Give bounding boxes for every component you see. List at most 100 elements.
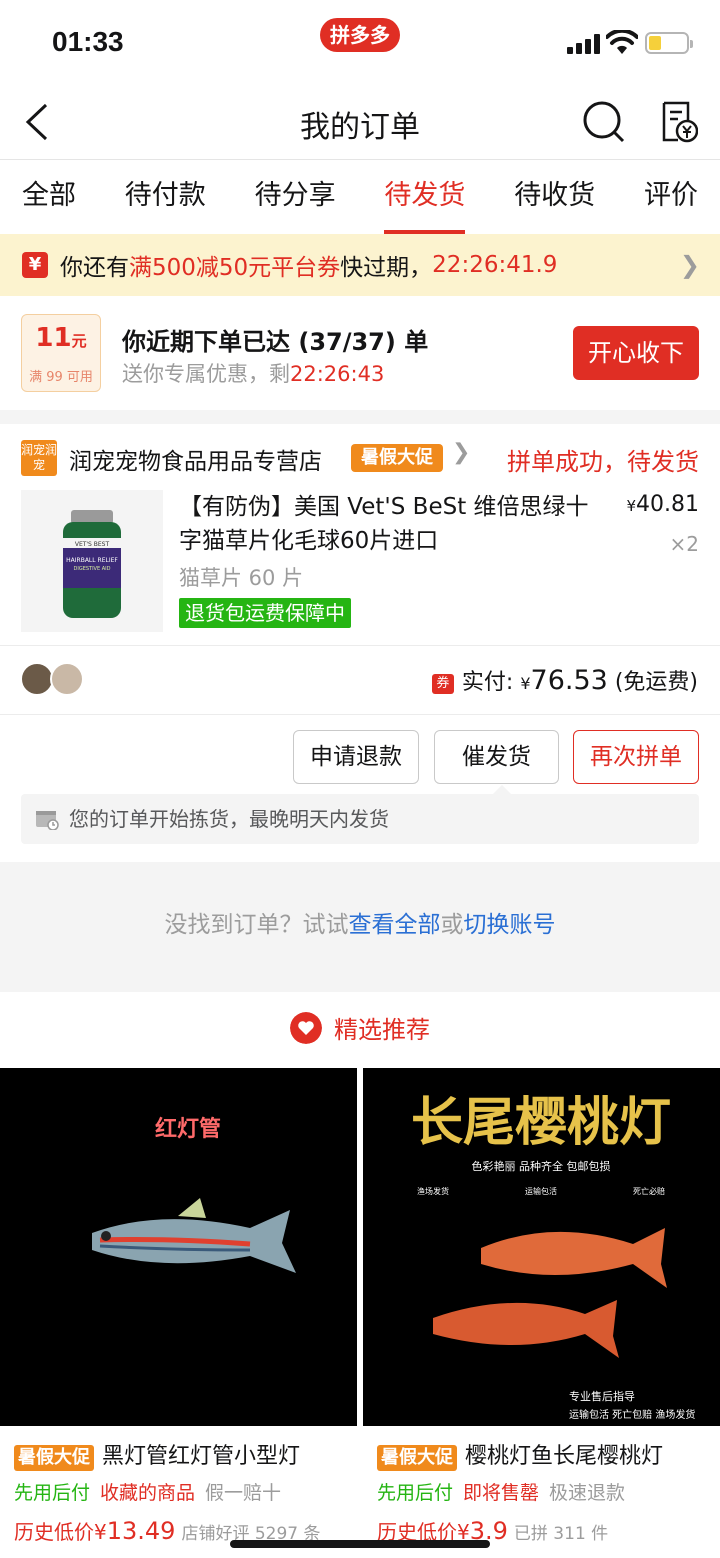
shipping-notice-text: 您的订单开始拣货，最晚明天内发货 xyxy=(69,807,389,831)
bill-icon[interactable] xyxy=(658,100,698,144)
tab-review[interactable]: 评价 xyxy=(644,160,698,234)
image-caption: 红灯管 xyxy=(155,1116,221,1142)
tab-all[interactable]: 全部 xyxy=(22,160,76,234)
order-actions: 申请退款 催发货 再次拼单 xyxy=(0,730,720,784)
payment-row: 券实付: ¥76.53 (免运费) xyxy=(0,646,720,714)
card-title[interactable]: 黑灯管红灯管小型灯 xyxy=(102,1444,300,1469)
shipping-notice[interactable]: 您的订单开始拣货，最晚明天内发货 xyxy=(21,785,699,844)
card-labels: 先用后付 即将售罄 极速退款 xyxy=(377,1478,625,1505)
tab-pending-share[interactable]: 待分享 xyxy=(255,160,336,234)
order-status: 拼单成功，待发货 xyxy=(507,448,699,476)
card-title-line: 暑假大促 樱桃灯鱼长尾樱桃灯 xyxy=(377,1438,663,1471)
price-currency: ¥ xyxy=(94,1520,107,1544)
item-price: ¥40.81 xyxy=(626,492,699,517)
coupon-condition: 满 99 可用 xyxy=(29,370,93,385)
coupon-ticket: 11元 满 99 可用 xyxy=(21,314,101,392)
item-currency: ¥ xyxy=(626,497,637,515)
card-label-red: 即将售罄 xyxy=(463,1482,540,1504)
tab-pending-shipment[interactable]: 待发货 xyxy=(384,160,466,234)
coupon-icon: 券 xyxy=(431,674,454,694)
product-title[interactable]: 【有防伪】美国 Vet'S BeSt 维倍思绿十字猫草片化毛球60片进口 xyxy=(179,490,599,558)
order-item[interactable]: VET'S BEST HAIRBALL RELIEF DIGESTIVE AID… xyxy=(0,488,720,644)
item-spec: 猫草片 60 片 xyxy=(179,566,304,590)
card-title-line: 暑假大促 黑灯管红灯管小型灯 xyxy=(14,1438,300,1471)
svg-text:HAIRBALL RELIEF: HAIRBALL RELIEF xyxy=(66,557,118,564)
banner-suffix: 快过期， xyxy=(340,255,433,281)
paid-amount: 76.53 xyxy=(530,665,608,696)
promo-tag: 暑假大促 xyxy=(14,1445,94,1471)
promo-sub-prefix: 送你专属优惠，剩 xyxy=(122,362,290,386)
image-footnote: 运输包活 死亡包赔 渔场发货 xyxy=(569,1408,695,1421)
no-order-hint: 没找到订单？试试查看全部或切换账号 xyxy=(0,862,720,992)
shop-name[interactable]: 润宠宠物食品用品专营店 xyxy=(69,442,322,476)
paid-currency: ¥ xyxy=(520,674,531,693)
card-label-gray: 假一赔十 xyxy=(205,1482,282,1504)
card-label-red: 收藏的商品 xyxy=(100,1482,196,1504)
card-label-gray: 极速退款 xyxy=(549,1482,626,1504)
nav-bar: 我的订单 xyxy=(0,84,720,160)
image-feature: 死亡必赔 xyxy=(633,1186,665,1196)
product-image[interactable]: 长尾樱桃灯 色彩艳丽 品种齐全 包邮包损 渔场发货 运输包活 死亡必赔 专业售后… xyxy=(363,1068,720,1426)
product-card[interactable]: 长尾樱桃灯 色彩艳丽 品种齐全 包邮包损 渔场发货 运输包活 死亡必赔 专业售后… xyxy=(363,1068,720,1558)
promo-tag: 暑假大促 xyxy=(377,1445,457,1471)
card-labels: 先用后付 收藏的商品 假一赔十 xyxy=(14,1478,281,1505)
coupon-amount: 11 xyxy=(35,323,72,353)
card-title[interactable]: 樱桃灯鱼长尾樱桃灯 xyxy=(465,1444,663,1469)
image-caption: 长尾樱桃灯 xyxy=(411,1092,671,1153)
accept-coupon-button[interactable]: 开心收下 xyxy=(573,326,699,380)
shipping-note: (免运费) xyxy=(614,670,698,695)
price-label: 历史低价 xyxy=(14,1520,94,1544)
image-feature: 渔场发货 xyxy=(417,1186,449,1196)
image-subtitle: 色彩艳丽 品种齐全 包邮包损 xyxy=(472,1159,611,1173)
request-refund-button[interactable]: 申请退款 xyxy=(293,730,419,784)
pay-later-badge: 先用后付 xyxy=(14,1482,91,1504)
section-gap xyxy=(0,410,720,424)
chevron-right-icon: ❯ xyxy=(679,251,700,279)
status-bar: 01:33 拼多多 xyxy=(0,0,720,84)
image-feature: 运输包活 xyxy=(525,1186,557,1196)
product-card[interactable]: 红灯管 暑假大促 黑灯管红灯管小型灯 先用后付 收藏的商品 假一赔十 历史低价¥13.… xyxy=(0,1068,357,1558)
avatar xyxy=(20,662,54,696)
paid-total: 券实付: ¥76.53 (免运费) xyxy=(431,664,698,696)
gift-icon: ¥ xyxy=(22,252,48,278)
recommend-title: 精选推荐 xyxy=(334,1016,430,1044)
battery-icon xyxy=(645,32,693,54)
shop-logo: 润宠润宠 xyxy=(21,440,57,476)
banner-prefix: 你还有 xyxy=(60,255,129,281)
product-image[interactable]: 红灯管 xyxy=(0,1068,357,1426)
order-tabs: 全部 待付款 待分享 待发货 待收货 评价 xyxy=(0,160,720,234)
view-all-link[interactable]: 查看全部 xyxy=(349,912,441,938)
item-quantity: ×2 xyxy=(669,532,699,556)
svg-text:VET'S BEST: VET'S BEST xyxy=(75,541,110,548)
heart-icon xyxy=(290,1012,322,1044)
promo-card: 11元 满 99 可用 你近期下单已达 (37/37) 单 送你专属优惠，剩22… xyxy=(0,296,720,410)
promo-headline: 你近期下单已达 (37/37) 单 xyxy=(122,328,429,356)
divider xyxy=(0,714,720,715)
promo-timer: 22:26:43 xyxy=(290,362,385,386)
signal-icon xyxy=(567,34,601,54)
item-price-value: 40.81 xyxy=(636,492,699,517)
coupon-expiry-banner[interactable]: ¥ 你还有 满500减50元平台券 快过期， 22:26:41.9 ❯ xyxy=(0,234,720,296)
tab-pending-receipt[interactable]: 待收货 xyxy=(514,160,595,234)
product-thumbnail[interactable]: VET'S BEST HAIRBALL RELIEF DIGESTIVE AID xyxy=(21,490,163,632)
banner-countdown: 22:26:41.9 xyxy=(432,252,558,278)
banner-coupon: 满500减50元平台券 xyxy=(129,255,341,281)
image-footnote: 专业售后指导 xyxy=(569,1389,635,1403)
wifi-icon xyxy=(606,30,638,54)
reorder-button[interactable]: 再次拼单 xyxy=(573,730,699,784)
hint-prefix: 没找到订单？试试 xyxy=(164,912,349,938)
urge-shipment-button[interactable]: 催发货 xyxy=(434,730,559,784)
status-time: 01:33 xyxy=(52,26,124,57)
truck-icon xyxy=(36,811,59,830)
switch-account-link[interactable]: 切换账号 xyxy=(464,912,556,938)
pay-later-badge: 先用后付 xyxy=(377,1482,454,1504)
card-meta: 已拼 311 件 xyxy=(513,1524,609,1544)
order-shop-header[interactable]: 润宠润宠 润宠宠物食品用品专营店 暑假大促 ❯ 拼单成功，待发货 xyxy=(0,424,720,490)
search-icon[interactable] xyxy=(582,100,626,144)
recommend-header: 精选推荐 xyxy=(0,992,720,1068)
promo-subtitle: 送你专属优惠，剩22:26:43 xyxy=(122,358,384,388)
tab-pending-payment[interactable]: 待付款 xyxy=(125,160,206,234)
coupon-unit: 元 xyxy=(71,332,87,350)
hint-middle: 或 xyxy=(440,912,464,938)
card-price: 13.49 xyxy=(106,1517,176,1545)
